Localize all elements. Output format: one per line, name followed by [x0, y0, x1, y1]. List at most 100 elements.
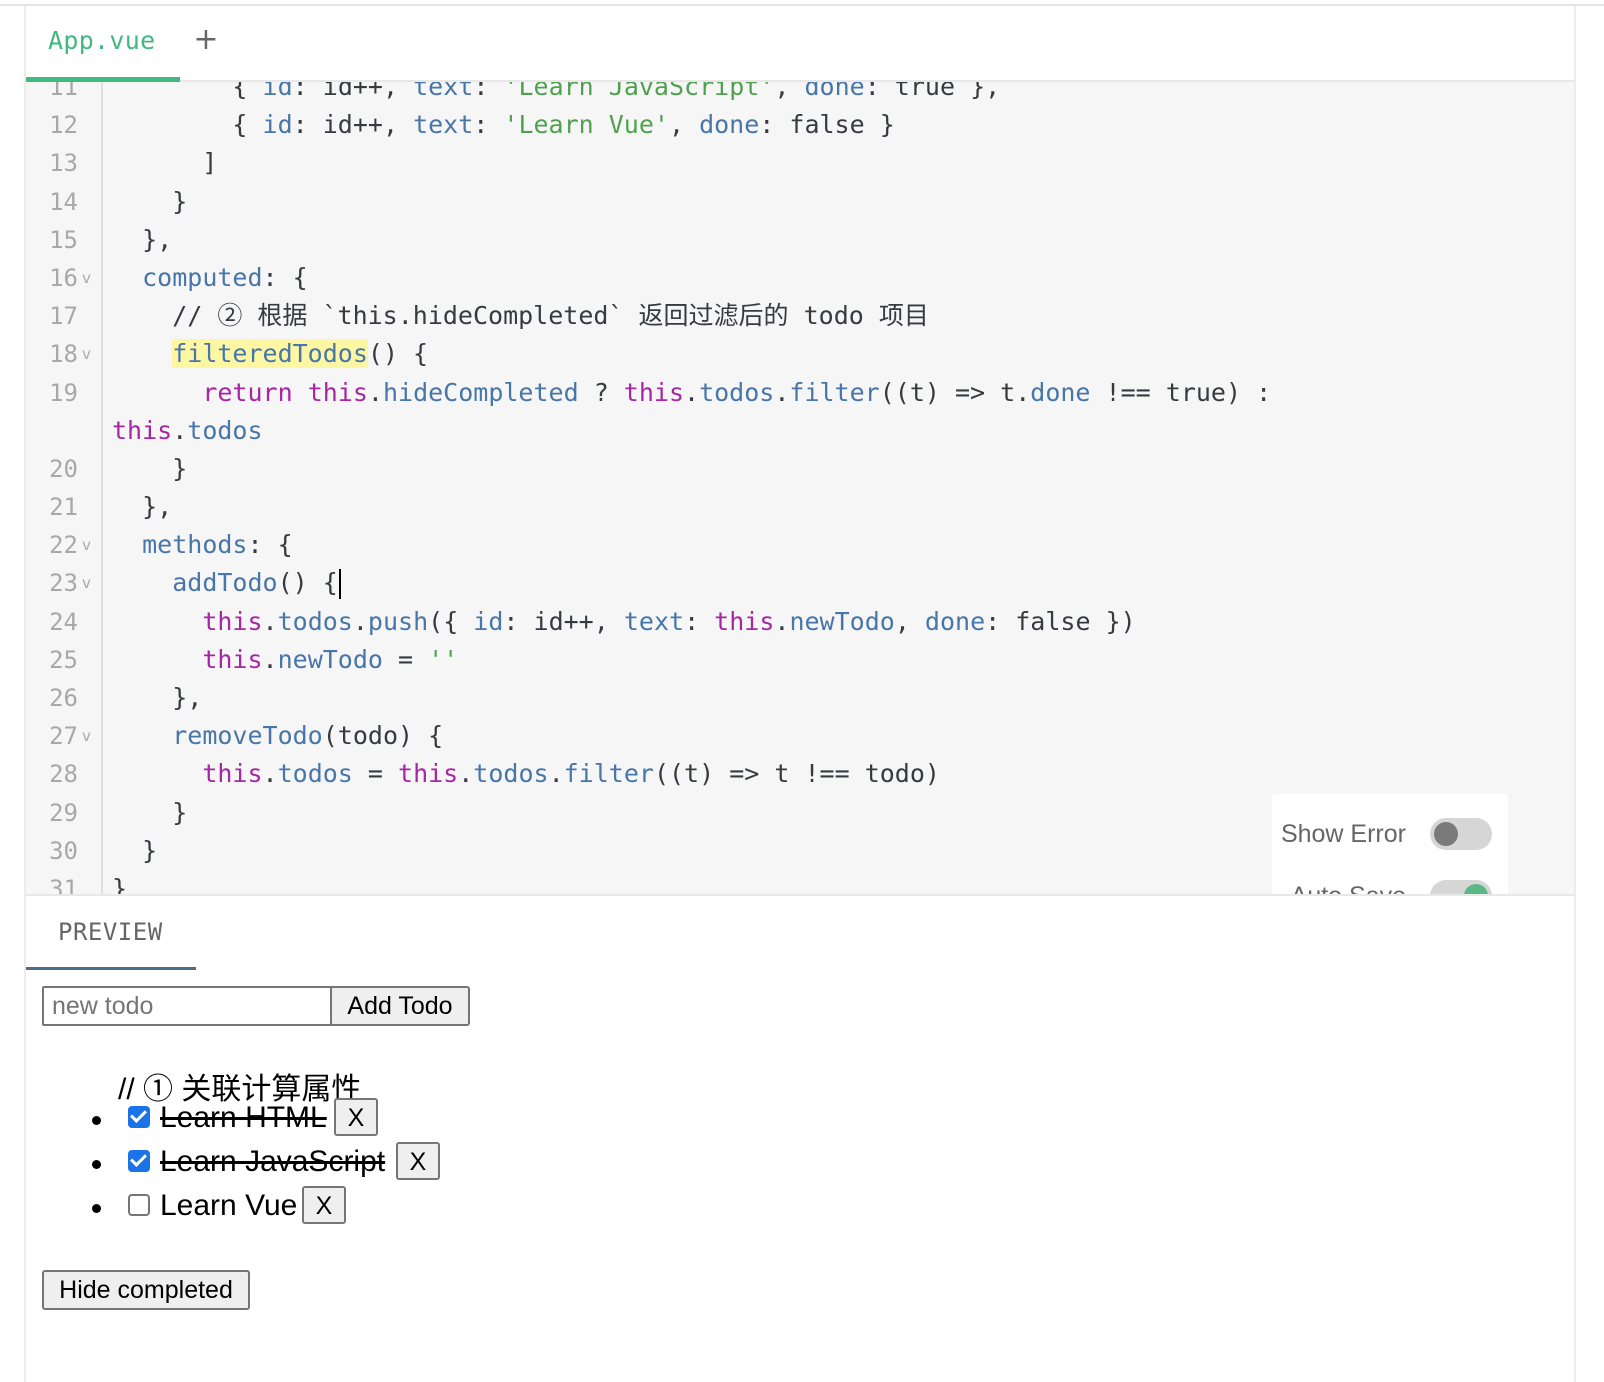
remove-todo-button[interactable]: X: [302, 1186, 346, 1224]
todo-text: Learn Vue: [160, 1189, 298, 1222]
text-cursor: [338, 569, 341, 600]
remove-todo-button[interactable]: X: [334, 1098, 378, 1136]
line-number: 28: [49, 760, 78, 789]
code-text: removeTodo(todo) {: [172, 721, 444, 751]
code-line: 22 v methods: {: [26, 526, 1574, 564]
tab-preview[interactable]: PREVIEW: [58, 918, 163, 946]
line-number: 20: [49, 454, 78, 483]
add-todo-button[interactable]: Add Todo: [330, 986, 470, 1026]
code-line: 18 v filteredTodos() {: [26, 335, 1574, 373]
tab-app-vue[interactable]: App.vue: [26, 6, 180, 82]
remove-todo-button[interactable]: X: [396, 1142, 440, 1180]
code-text: { id: id++, text: 'Learn JavaScript', do…: [232, 82, 1001, 101]
code-text: methods: {: [142, 530, 293, 560]
file-tab-bar: App.vue +: [26, 6, 1574, 82]
code-text: addTodo() {: [112, 564, 341, 602]
line-number: 24: [49, 607, 78, 636]
code-line: 28 this.todos = this.todos.filter((t) =>…: [26, 755, 1574, 793]
line-number: 25: [49, 645, 78, 674]
list-item: Learn Vue X: [26, 1186, 626, 1236]
code-lines: 11 { id: id++, text: 'Learn JavaScript',…: [26, 82, 1574, 894]
switch-knob: [1434, 822, 1458, 846]
todo-list: Learn HTML X Learn JavaScript X Learn Vu…: [26, 1098, 626, 1236]
code-line: 26 },: [26, 679, 1574, 717]
line-number: 31: [49, 874, 78, 894]
code-line: 12 { id: id++, text: 'Learn Vue', done: …: [26, 106, 1574, 144]
line-number: 11: [49, 82, 78, 101]
line-number: 30: [49, 836, 78, 865]
line-number: 27: [49, 722, 78, 751]
code-text: return this.hideCompleted ? this.todos.f…: [202, 377, 1272, 407]
code-text: this.todos: [112, 415, 263, 445]
line-number: 18: [49, 340, 78, 369]
code-line: 13 ]: [26, 144, 1574, 182]
line-number: 16: [49, 263, 78, 292]
auto-save-switch[interactable]: [1430, 880, 1492, 894]
add-file-button[interactable]: +: [186, 20, 226, 60]
preview-pane: Add Todo // ① 关联计算属性 Learn HTML X Learn …: [26, 970, 1574, 1382]
line-number: 12: [49, 111, 78, 140]
code-text: { id: id++, text: 'Learn Vue', done: fal…: [112, 110, 895, 140]
code-text: computed: {: [142, 262, 308, 292]
code-line: 19 return this.hideCompleted ? this.todo…: [26, 374, 1574, 412]
fold-chevron-icon[interactable]: v: [82, 717, 91, 755]
code-line: 16 v computed: {: [26, 259, 1574, 297]
code-editor[interactable]: 11 { id: id++, text: 'Learn JavaScript',…: [26, 82, 1574, 894]
code-line: 24 this.todos.push({ id: id++, text: thi…: [26, 603, 1574, 641]
line-number: 26: [49, 684, 78, 712]
line-number: 14: [49, 187, 78, 216]
line-number: 13: [49, 149, 78, 178]
todo-checkbox[interactable]: [128, 1106, 150, 1128]
code-comment: // ② 根据 `this.hideCompleted` 返回过滤后的 todo…: [112, 301, 929, 331]
todo-checkbox[interactable]: [128, 1194, 150, 1216]
bullet-icon: [92, 1116, 101, 1125]
code-line: 21 },: [26, 488, 1574, 526]
new-todo-input[interactable]: [42, 986, 334, 1026]
code-line: 23 v addTodo() {: [26, 564, 1574, 602]
code-line: 15 },: [26, 221, 1574, 259]
line-number: 22: [49, 531, 78, 560]
code-line: 11 { id: id++, text: 'Learn JavaScript',…: [26, 82, 1574, 106]
code-text: this.newTodo = '': [202, 644, 459, 674]
code-text: filteredTodos() {: [172, 339, 429, 369]
code-line-wrapped: this.todos: [26, 412, 1574, 450]
code-text: },: [112, 492, 173, 522]
line-number: 23: [49, 569, 78, 598]
code-text: }: [112, 835, 158, 865]
bullet-icon: [92, 1160, 101, 1169]
line-number: 19: [49, 378, 78, 407]
code-line: 20 }: [26, 450, 1574, 488]
show-error-switch[interactable]: [1430, 818, 1492, 850]
line-number: 29: [49, 798, 78, 827]
fold-chevron-icon[interactable]: v: [82, 526, 91, 564]
code-text: }: [112, 797, 188, 827]
code-text: ]: [112, 148, 218, 178]
line-number: 17: [49, 302, 78, 331]
code-text: }: [112, 453, 188, 483]
line-number: 15: [49, 225, 78, 254]
code-line: 27 v removeTodo(todo) {: [26, 717, 1574, 755]
todo-text: Learn JavaScript: [160, 1145, 386, 1178]
auto-save-label: Auto Save: [1291, 878, 1406, 894]
fold-chevron-icon[interactable]: v: [82, 259, 91, 297]
hide-completed-button[interactable]: Hide completed: [42, 1270, 250, 1310]
editor-toggles-panel: Show Error Auto Save: [1272, 794, 1508, 894]
code-line: 17 // ② 根据 `this.hideCompleted` 返回过滤后的 t…: [26, 297, 1574, 335]
code-text: this.todos.push({ id: id++, text: this.n…: [202, 606, 1136, 636]
show-error-label: Show Error: [1280, 820, 1406, 848]
code-text: }: [112, 873, 128, 894]
code-text: },: [112, 683, 203, 712]
switch-knob: [1464, 884, 1488, 894]
vue-playground: App.vue + 11 { id: id++, text: 'Learn Ja…: [24, 6, 1576, 1382]
code-text: }: [112, 186, 188, 216]
code-line: 25 this.newTodo = '': [26, 641, 1574, 679]
fold-chevron-icon[interactable]: v: [82, 564, 91, 602]
list-item: Learn HTML X: [26, 1098, 626, 1148]
code-text: this.todos = this.todos.filter((t) => t …: [202, 759, 940, 789]
todo-text: Learn HTML: [160, 1101, 327, 1134]
fold-chevron-icon[interactable]: v: [82, 335, 91, 373]
tab-app-vue-label: App.vue: [48, 26, 156, 55]
bullet-icon: [92, 1204, 101, 1213]
line-number: 21: [49, 493, 78, 522]
todo-checkbox[interactable]: [128, 1150, 150, 1172]
